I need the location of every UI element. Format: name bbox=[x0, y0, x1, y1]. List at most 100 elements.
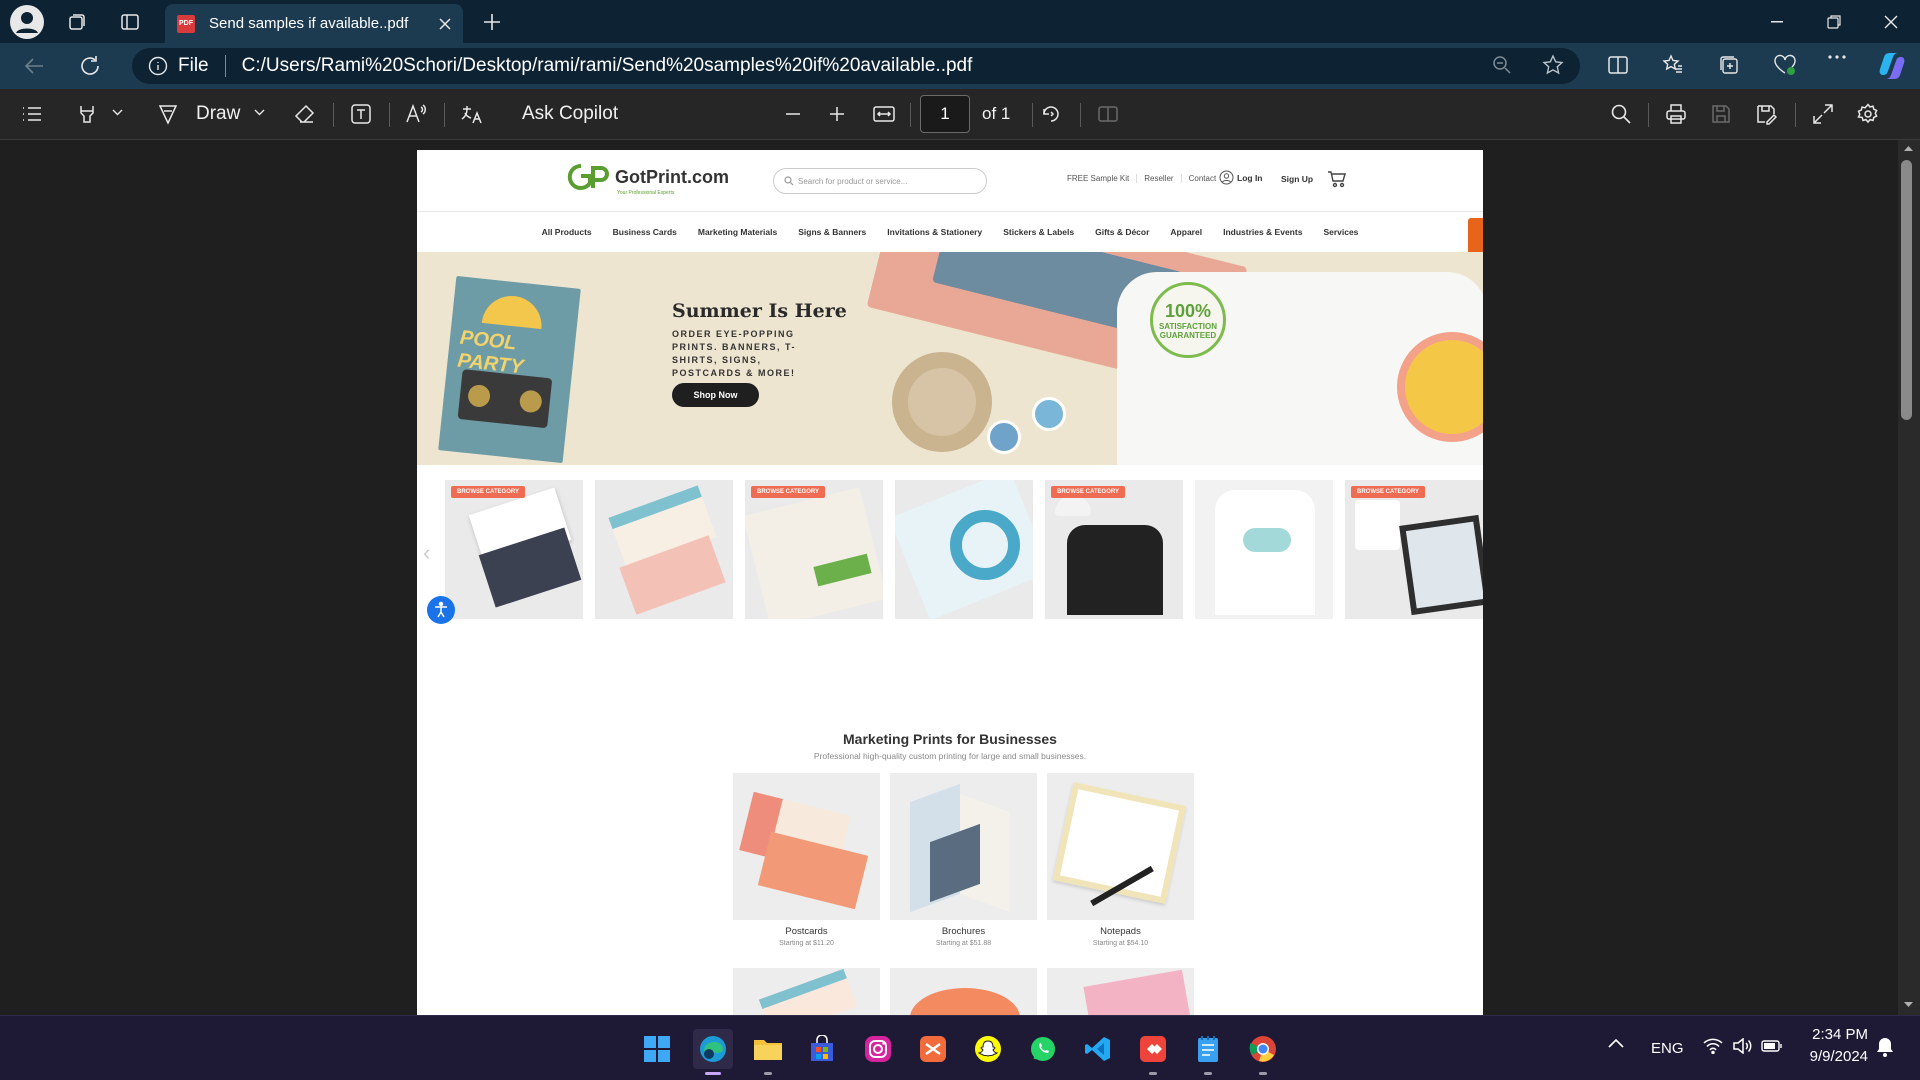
draw-dropdown-icon[interactable] bbox=[254, 109, 265, 116]
eraser-icon[interactable] bbox=[294, 103, 316, 125]
nav-all-products[interactable]: All Products bbox=[542, 227, 592, 237]
refresh-icon[interactable] bbox=[74, 53, 106, 79]
info-icon[interactable] bbox=[148, 56, 168, 76]
split-screen-icon[interactable] bbox=[1607, 54, 1629, 76]
restore-button[interactable] bbox=[1805, 0, 1862, 43]
carousel-prev-arrow-icon[interactable]: ‹ bbox=[423, 540, 430, 566]
fit-to-width-icon[interactable] bbox=[872, 103, 896, 125]
print-icon[interactable] bbox=[1665, 103, 1687, 125]
signup-link[interactable]: Sign Up bbox=[1281, 174, 1313, 184]
category-tile-cards-pastel[interactable] bbox=[595, 480, 733, 619]
address-url[interactable]: C:/Users/Rami%20Schori/Desktop/rami/rami… bbox=[242, 55, 973, 77]
tab-active[interactable]: PDF Send samples if available..pdf bbox=[165, 4, 463, 43]
hero-banner[interactable]: POOL PARTY Summer Is Here ORDER EYE-POPP… bbox=[417, 252, 1483, 465]
vscode-icon[interactable] bbox=[1078, 1029, 1118, 1069]
category-tile-flyers[interactable]: BROWSE CATEGORY bbox=[745, 480, 883, 619]
scrollbar-thumb[interactable] bbox=[1901, 160, 1912, 420]
nav-services[interactable]: Services bbox=[1323, 227, 1358, 237]
favorite-star-icon[interactable] bbox=[1542, 54, 1564, 76]
zoom-out-minus-icon[interactable] bbox=[783, 103, 803, 125]
more-options-icon[interactable] bbox=[1827, 54, 1847, 60]
search-icon[interactable] bbox=[1610, 103, 1632, 125]
file-explorer-icon[interactable] bbox=[748, 1029, 788, 1069]
scroll-down-arrow-icon[interactable] bbox=[1903, 1001, 1914, 1009]
nav-gifts-decor[interactable]: Gifts & Décor bbox=[1095, 227, 1149, 237]
zoom-out-icon[interactable] bbox=[1492, 55, 1512, 75]
zoom-in-plus-icon[interactable] bbox=[827, 103, 847, 125]
add-text-icon[interactable] bbox=[350, 103, 372, 125]
ask-copilot-button[interactable]: Ask Copilot bbox=[522, 103, 618, 125]
settings-gear-icon[interactable] bbox=[1857, 103, 1879, 125]
input-language[interactable]: ENG bbox=[1651, 1040, 1684, 1057]
scroll-up-arrow-icon[interactable] bbox=[1903, 144, 1914, 152]
favorites-icon[interactable] bbox=[1662, 54, 1684, 76]
tab-actions-icon[interactable] bbox=[108, 0, 152, 43]
nav-apparel[interactable]: Apparel bbox=[1170, 227, 1202, 237]
snapchat-icon[interactable] bbox=[968, 1029, 1008, 1069]
site-search-field[interactable]: Search for product or service... bbox=[773, 168, 987, 194]
highlight-icon[interactable] bbox=[76, 103, 98, 125]
instagram-icon[interactable] bbox=[858, 1029, 898, 1069]
category-tile-business-cards[interactable]: BROWSE CATEGORY bbox=[445, 480, 583, 619]
profile-avatar[interactable] bbox=[10, 5, 44, 39]
nav-stickers-labels[interactable]: Stickers & Labels bbox=[1003, 227, 1074, 237]
nav-business-cards[interactable]: Business Cards bbox=[613, 227, 677, 237]
product-card-postcards[interactable]: Postcards Starting at $11.20 bbox=[733, 773, 880, 947]
back-arrow-icon[interactable] bbox=[18, 53, 50, 79]
whatsapp-icon[interactable] bbox=[1023, 1029, 1063, 1069]
category-tile-apparel-black[interactable]: BROWSE CATEGORY bbox=[1045, 480, 1183, 619]
header-link-sample-kit[interactable]: FREE Sample Kit bbox=[1060, 174, 1138, 183]
category-tile-signs[interactable] bbox=[895, 480, 1033, 619]
volume-icon[interactable] bbox=[1732, 1038, 1752, 1054]
translate-icon[interactable] bbox=[460, 103, 484, 125]
show-hidden-icons-chevron-icon[interactable] bbox=[1608, 1038, 1624, 1048]
anydesk-icon[interactable] bbox=[1133, 1029, 1173, 1069]
accessibility-button[interactable] bbox=[427, 596, 455, 624]
save-as-icon[interactable] bbox=[1755, 103, 1777, 125]
notification-bell-icon[interactable] bbox=[1876, 1037, 1894, 1057]
header-link-contact[interactable]: Contact bbox=[1182, 174, 1224, 183]
new-tab-button[interactable] bbox=[474, 0, 510, 43]
shop-now-button[interactable]: Shop Now bbox=[672, 383, 759, 407]
address-field[interactable]: File C:/Users/Rami%20Schori/Desktop/rami… bbox=[132, 48, 1580, 84]
product-card-partial[interactable] bbox=[733, 968, 880, 1015]
contents-list-icon[interactable] bbox=[21, 103, 43, 125]
close-tab-icon[interactable] bbox=[439, 17, 451, 30]
notepad-icon[interactable] bbox=[1188, 1029, 1228, 1069]
product-card-partial[interactable] bbox=[1047, 968, 1194, 1015]
save-icon[interactable] bbox=[1710, 103, 1732, 125]
clock-time[interactable]: 2:34 PM bbox=[1802, 1026, 1868, 1043]
category-tile-gifts[interactable]: BROWSE CATEGORY bbox=[1345, 480, 1483, 619]
nav-marketing-materials[interactable]: Marketing Materials bbox=[698, 227, 777, 237]
rotate-icon[interactable] bbox=[1040, 103, 1062, 125]
fullscreen-icon[interactable] bbox=[1812, 103, 1834, 125]
wifi-icon[interactable] bbox=[1703, 1038, 1723, 1054]
product-card-brochures[interactable]: Brochures Starting at $51.88 bbox=[890, 773, 1037, 947]
nav-signs-banners[interactable]: Signs & Banners bbox=[798, 227, 866, 237]
draw-pen-icon[interactable] bbox=[157, 103, 179, 125]
shopping-cart-icon[interactable] bbox=[1327, 170, 1347, 188]
browser-essentials-icon[interactable] bbox=[1773, 54, 1797, 76]
product-card-notepads[interactable]: Notepads Starting at $54.10 bbox=[1047, 773, 1194, 947]
nav-industries-events[interactable]: Industries & Events bbox=[1223, 227, 1302, 237]
copilot-icon[interactable] bbox=[1877, 51, 1907, 81]
battery-icon[interactable] bbox=[1761, 1039, 1783, 1053]
product-card-partial[interactable] bbox=[890, 968, 1037, 1015]
chrome-icon[interactable] bbox=[1243, 1029, 1283, 1069]
workspaces-icon[interactable] bbox=[55, 0, 99, 43]
login-link[interactable]: Log In bbox=[1219, 170, 1263, 185]
microsoft-store-icon[interactable] bbox=[802, 1029, 842, 1069]
minimize-button[interactable] bbox=[1748, 0, 1805, 43]
clock-date[interactable]: 9/9/2024 bbox=[1802, 1048, 1868, 1065]
page-number-input[interactable]: 1 bbox=[920, 95, 970, 133]
capcut-icon[interactable] bbox=[913, 1029, 953, 1069]
page-view-icon[interactable] bbox=[1097, 103, 1119, 125]
collections-icon[interactable] bbox=[1718, 54, 1740, 76]
category-tile-apparel-white[interactable] bbox=[1195, 480, 1333, 619]
close-window-button[interactable] bbox=[1862, 0, 1919, 43]
read-aloud-icon[interactable] bbox=[405, 103, 429, 125]
edge-taskbar-icon[interactable] bbox=[693, 1029, 733, 1069]
nav-invitations-stationery[interactable]: Invitations & Stationery bbox=[887, 227, 982, 237]
start-windows-icon[interactable] bbox=[637, 1029, 677, 1069]
highlight-dropdown-icon[interactable] bbox=[112, 109, 123, 116]
